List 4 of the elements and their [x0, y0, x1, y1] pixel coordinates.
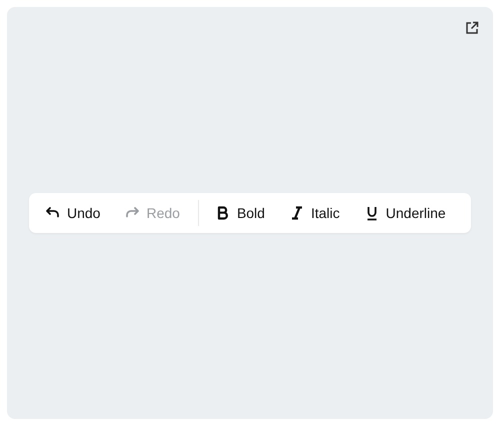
undo-button[interactable]: Undo: [37, 199, 108, 227]
italic-button[interactable]: Italic: [280, 199, 348, 227]
underline-button[interactable]: Underline: [356, 199, 454, 227]
bold-button[interactable]: Bold: [206, 199, 273, 227]
